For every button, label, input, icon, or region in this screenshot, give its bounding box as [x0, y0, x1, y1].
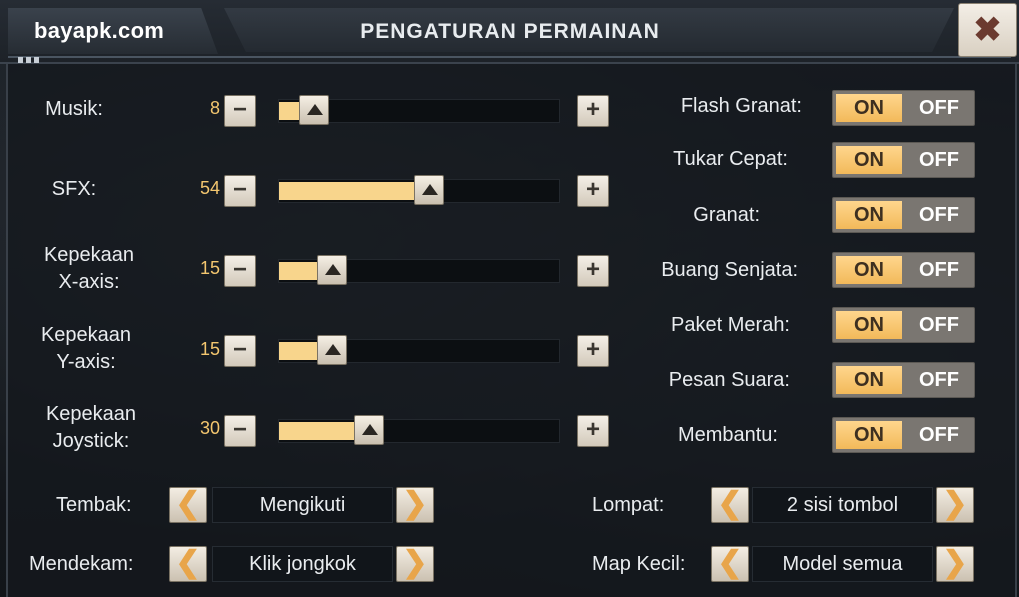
chevron-right-icon: ❯	[402, 487, 428, 520]
slider-label-musik: Musik:	[45, 98, 103, 120]
joystick-slider-track[interactable]	[278, 415, 560, 445]
brand-watermark: bayapk.com	[34, 18, 165, 43]
toggle-on-option[interactable]: ON	[836, 421, 902, 449]
toggle-off-option[interactable]: OFF	[905, 311, 973, 339]
y-axis-increase-button[interactable]: +	[577, 335, 609, 367]
lompat-next-button[interactable]: ❯	[936, 487, 974, 523]
header-divider	[8, 56, 1011, 58]
toggle-off-option[interactable]: OFF	[905, 366, 973, 394]
toggle-off-option[interactable]: OFF	[905, 94, 973, 122]
sfx-decrease-button[interactable]: −	[224, 175, 256, 207]
toggle-on-option[interactable]: ON	[836, 146, 902, 174]
toggle-label-flash-granat: Flash Granat:	[680, 95, 802, 117]
slider-label-x-axis: Kepekaan X-axis:	[43, 244, 135, 293]
chevron-left-icon: ❮	[175, 487, 201, 520]
toggle-off-option[interactable]: OFF	[905, 256, 973, 284]
lompat-prev-button[interactable]: ❮	[711, 487, 749, 523]
y-axis-slider-thumb[interactable]	[316, 335, 347, 365]
toggle-label-tukar-cepat: Tukar Cepat:	[673, 148, 788, 170]
musik-slider-track[interactable]	[278, 95, 560, 125]
sfx-slider-thumb[interactable]	[414, 175, 444, 205]
x-axis-decrease-button[interactable]: −	[224, 255, 256, 287]
mendekam-prev-button[interactable]: ❮	[169, 546, 207, 582]
toggle-pesan-suara[interactable]: ON OFF	[832, 362, 975, 398]
toggle-off-option[interactable]: OFF	[905, 146, 973, 174]
mendekam-next-button[interactable]: ❯	[396, 546, 434, 582]
slider-label-joystick: Kepekaan Joystick:	[45, 403, 137, 452]
tembak-value: Mengikuti	[212, 487, 393, 523]
slider-value-sfx: 54	[199, 178, 220, 198]
toggle-label-paket-merah: Paket Merah:	[671, 314, 790, 336]
sfx-increase-button[interactable]: +	[577, 175, 609, 207]
x-axis-slider-track[interactable]	[278, 255, 560, 285]
map-kecil-next-button[interactable]: ❯	[936, 546, 974, 582]
toggle-tukar-cepat[interactable]: ON OFF	[832, 142, 975, 178]
toggle-label-pesan-suara: Pesan Suara:	[668, 369, 790, 391]
selector-label-lompat: Lompat:	[592, 494, 665, 516]
map-kecil-prev-button[interactable]: ❮	[711, 546, 749, 582]
slider-value-joystick: 30	[199, 418, 220, 438]
toggle-paket-merah[interactable]: ON OFF	[832, 307, 975, 343]
toggle-on-option[interactable]: ON	[836, 201, 902, 229]
tembak-next-button[interactable]: ❯	[396, 487, 434, 523]
toggle-off-option[interactable]: OFF	[905, 201, 973, 229]
chevron-right-icon: ❯	[942, 546, 968, 579]
chevron-right-icon: ❯	[942, 487, 968, 520]
toggle-off-option[interactable]: OFF	[905, 421, 973, 449]
slider-label-sfx: SFX:	[51, 178, 97, 200]
tembak-prev-button[interactable]: ❮	[169, 487, 207, 523]
toggle-label-buang-senjata: Buang Senjata:	[661, 259, 798, 281]
slider-value-x-axis: 15	[199, 258, 220, 278]
mendekam-value: Klik jongkok	[212, 546, 393, 582]
chevron-left-icon: ❮	[175, 546, 201, 579]
musik-slider-thumb[interactable]	[299, 95, 329, 125]
selector-label-map-kecil: Map Kecil:	[592, 553, 686, 575]
toggle-flash-granat[interactable]: ON OFF	[832, 90, 975, 126]
toggle-on-option[interactable]: ON	[836, 366, 902, 394]
toggle-on-option[interactable]: ON	[836, 94, 902, 122]
selector-label-mendekam: Mendekam:	[29, 553, 134, 575]
joystick-decrease-button[interactable]: −	[224, 415, 256, 447]
slider-value-musik: 8	[209, 98, 220, 118]
lompat-value: 2 sisi tombol	[752, 487, 933, 523]
toggle-label-membantu: Membantu:	[677, 424, 778, 446]
decorative-dots	[18, 50, 42, 68]
page-title: PENGATURAN PERMAINAN	[360, 20, 660, 43]
toggle-membantu[interactable]: ON OFF	[832, 417, 975, 453]
header-bar: bayapk.com PENGATURAN PERMAINAN ✖	[0, 0, 1019, 64]
chevron-left-icon: ❮	[717, 546, 743, 579]
toggle-granat[interactable]: ON OFF	[832, 197, 975, 233]
toggle-buang-senjata[interactable]: ON OFF	[832, 252, 975, 288]
chevron-left-icon: ❮	[717, 487, 743, 520]
x-axis-slider-thumb[interactable]	[316, 255, 347, 285]
slider-value-y-axis: 15	[199, 339, 220, 359]
y-axis-slider-track[interactable]	[278, 335, 560, 365]
toggle-label-granat: Granat:	[693, 204, 760, 226]
y-axis-decrease-button[interactable]: −	[224, 335, 256, 367]
musik-decrease-button[interactable]: −	[224, 95, 256, 127]
toggle-on-option[interactable]: ON	[836, 311, 902, 339]
selector-label-tembak: Tembak:	[56, 494, 132, 516]
sfx-slider-track[interactable]	[278, 175, 560, 205]
joystick-slider-thumb[interactable]	[354, 415, 384, 445]
close-icon: ✖	[973, 11, 1002, 49]
chevron-right-icon: ❯	[402, 546, 428, 579]
close-button[interactable]: ✖	[958, 3, 1017, 57]
slider-label-y-axis: Kepekaan Y-axis:	[40, 324, 132, 373]
toggle-on-option[interactable]: ON	[836, 256, 902, 284]
sfx-slider-fill	[279, 182, 429, 200]
map-kecil-value: Model semua	[752, 546, 933, 582]
